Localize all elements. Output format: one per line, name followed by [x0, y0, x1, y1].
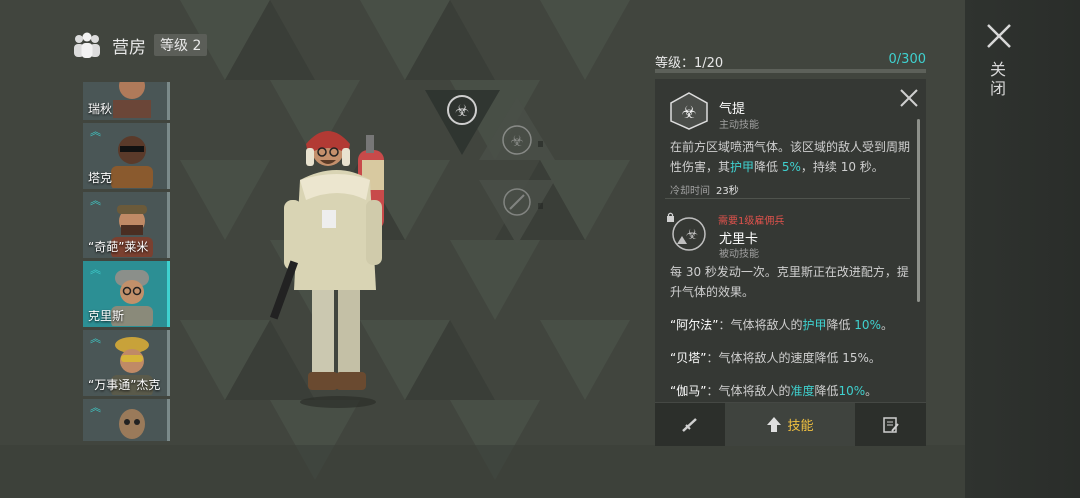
notes-icon	[882, 416, 899, 433]
mercenary-portrait	[111, 136, 153, 188]
divider	[665, 198, 910, 199]
upgrade-alpha: “阿尔法”：气体将敌人的护甲降低 10%。	[670, 318, 893, 332]
rank-chevron-icon: ︽	[90, 332, 101, 345]
tab-skills[interactable]: 技能	[725, 403, 855, 446]
skill-upgrade-icon	[767, 416, 782, 432]
panel-tab-bar: 技能	[655, 402, 926, 446]
xp-progress-bar	[655, 69, 926, 73]
roster-card[interactable]: ︽ 塔克	[83, 123, 170, 189]
mercenary-name: 克里斯	[88, 309, 125, 323]
mercenary-name: “奇葩”莱米	[88, 240, 149, 254]
mercenary-name: “万事通”杰克	[88, 378, 161, 392]
roster-card-selected[interactable]: ︽ 克里斯	[83, 261, 170, 327]
mercenary-portrait	[113, 82, 151, 118]
svg-text:☣: ☣	[686, 227, 699, 243]
rank-chevron-icon: ︽	[90, 194, 101, 207]
gas-skill-icon: ☣	[670, 92, 708, 130]
roster-card[interactable]: ︽ “奇葩”莱米	[83, 192, 170, 258]
rank-chevron-icon: ︽	[90, 401, 101, 414]
skill-description: 在前方区域喷洒气体。该区域的敌人受到周期性伤害，其护甲降低 5%，持续 10 秒…	[670, 140, 911, 174]
barracks-level-badge: 等级 2	[154, 34, 208, 56]
mercenary-roster[interactable]: 瑞秋 ︽ 塔克 ︽ “奇葩”莱米 ︽ 克里斯 ︽ “万事通”杰克 ︽	[83, 82, 170, 444]
rank-chevron-icon: ︽	[90, 263, 101, 276]
cooldown-value: 23秒	[716, 186, 739, 197]
skill-node-gas[interactable]: ☣	[447, 95, 477, 125]
upgrade-beta: “贝塔”：气体将敌人的速度降低 15%。	[670, 351, 881, 365]
svg-text:☣: ☣	[455, 101, 469, 120]
roster-card[interactable]: 瑞秋	[83, 82, 170, 120]
page-title: 营房	[112, 37, 146, 58]
mercenary-portrait	[119, 409, 145, 439]
svg-text:☣: ☣	[510, 132, 523, 150]
page-header: 营房 等级 2	[72, 30, 208, 60]
skill-name: 气提	[719, 102, 746, 117]
group-icon	[74, 32, 100, 58]
roster-card[interactable]: ︽ “万事通”杰克	[83, 330, 170, 396]
mercenary-model-chris	[270, 131, 384, 408]
skill-description: 每 30 秒发动一次。克里斯正在改进配方，提升气体的效果。	[670, 265, 909, 299]
close-label[interactable]: 关闭	[987, 60, 1009, 98]
roster-card[interactable]: ︽	[83, 399, 170, 441]
skill-tree[interactable]: ☣ ☣	[420, 85, 570, 255]
skill-detail-scroll[interactable]: ☣ 气提 主动技能 在前方区域喷洒气体。该区域的敌人受到周期性伤害，其护甲降低 …	[655, 79, 926, 402]
upgrade-gamma: “伽马”：气体将敌人的准度降低10%。	[670, 384, 878, 398]
svg-text:☣: ☣	[681, 103, 696, 123]
skill-type: 被动技能	[719, 249, 759, 260]
weapon-icon	[682, 417, 697, 432]
highlight-armor: 护甲	[730, 160, 755, 174]
skill-requirement: 需要1级雇佣兵	[718, 216, 785, 227]
tab-weapon[interactable]	[655, 403, 725, 446]
mercenary-name: 瑞秋	[88, 102, 113, 116]
tab-skills-label: 技能	[787, 419, 814, 434]
mercenary-name: 塔克	[88, 171, 113, 185]
highlight-value: 5%	[781, 160, 801, 174]
eureka-skill-icon: ☣	[672, 217, 706, 251]
cooldown-row: 冷却时间 23秒	[670, 182, 739, 197]
rank-chevron-icon: ︽	[90, 125, 101, 138]
close-panel-icon[interactable]	[899, 88, 919, 108]
tab-notes[interactable]	[855, 403, 926, 446]
skill-detail-panel: ☣ 气提 主动技能 在前方区域喷洒气体。该区域的敌人受到周期性伤害，其护甲降低 …	[655, 79, 926, 446]
cooldown-label: 冷却时间	[670, 186, 710, 197]
right-sidebar	[965, 0, 1080, 498]
skill-type: 主动技能	[719, 120, 759, 131]
scrollbar[interactable]	[917, 119, 920, 302]
xp-counter: 0/300	[888, 52, 926, 67]
close-icon[interactable]	[985, 22, 1013, 50]
